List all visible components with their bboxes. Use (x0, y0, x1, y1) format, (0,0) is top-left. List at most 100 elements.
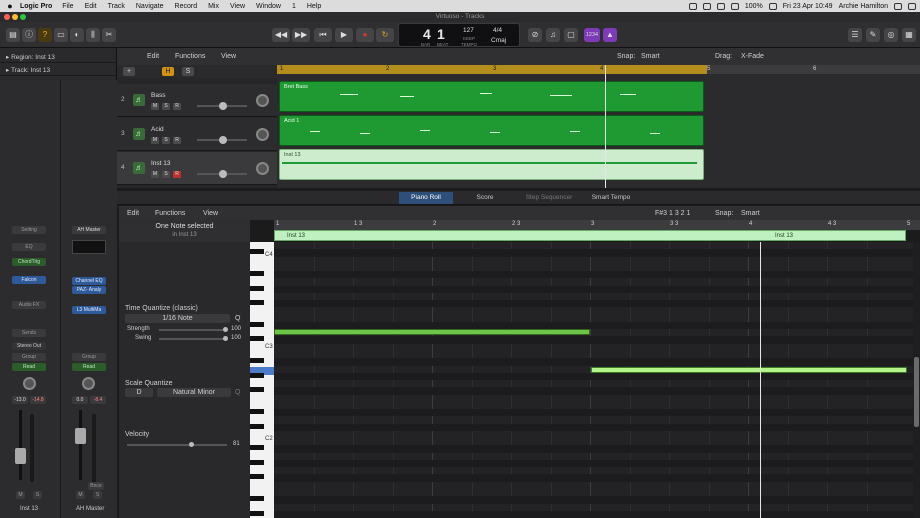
menu-help[interactable]: Help (307, 3, 321, 10)
midi-note-selected[interactable] (591, 367, 907, 373)
master-setting-slot[interactable]: AH Master (72, 226, 106, 234)
region-selected[interactable]: Inst 13 (279, 149, 704, 180)
inspector-button[interactable]: ⓘ (22, 28, 36, 42)
track-pan-knob[interactable] (256, 162, 269, 175)
count-in-button[interactable]: 1234 (584, 28, 600, 42)
hide-button[interactable]: H (162, 67, 174, 76)
track-row-selected[interactable]: 4 ♬ Inst 13 M S R (117, 152, 277, 185)
velocity-slider[interactable] (127, 442, 227, 447)
eq-thumbnail[interactable] (72, 240, 106, 254)
black-key[interactable] (250, 372, 264, 378)
pr-view-menu[interactable]: View (203, 210, 218, 217)
black-key[interactable] (250, 387, 264, 393)
chordtrig-slot[interactable]: ChordTrig (12, 258, 46, 266)
record-enable-button[interactable]: R (173, 137, 181, 144)
audio-fx-slot[interactable]: Audio FX (12, 301, 46, 309)
automation-read-2[interactable]: Read (72, 363, 106, 371)
play-button[interactable]: ▶ (335, 28, 353, 42)
black-key[interactable] (250, 271, 264, 277)
black-key[interactable] (250, 358, 264, 364)
record-enable-button[interactable]: R (173, 103, 181, 110)
tab-step-sequencer[interactable]: Step Sequencer (519, 192, 579, 204)
track-row[interactable]: 3 ♬ Acid M S R (117, 118, 277, 151)
falcon-slot[interactable]: Falcon (12, 276, 46, 284)
track-row[interactable]: 2 ♬ Bass M S R (117, 84, 277, 117)
pr-playhead[interactable] (760, 242, 761, 518)
record-enable-button[interactable]: R (173, 171, 181, 178)
user-name[interactable]: Archie Hamilton (839, 3, 888, 10)
solo-button-ch2[interactable]: S (93, 491, 102, 499)
region[interactable]: Acid 1 (279, 115, 704, 146)
black-key[interactable] (250, 249, 264, 255)
black-key[interactable] (250, 300, 264, 306)
black-key[interactable] (250, 510, 264, 516)
swing-slider[interactable] (159, 336, 228, 341)
apple-menu-icon[interactable]: ● (0, 1, 20, 11)
loop-browser-button[interactable]: ◎ (884, 28, 898, 42)
browser-button[interactable]: ▦ (902, 28, 916, 42)
track-volume-slider[interactable] (197, 170, 247, 178)
dropbox-icon[interactable] (688, 2, 697, 10)
menu-1[interactable]: 1 (292, 3, 296, 10)
metronome-icon[interactable]: ▲ (603, 28, 617, 42)
menu-record[interactable]: Record (175, 3, 198, 10)
track-name[interactable]: Bass (151, 92, 165, 99)
forward-button[interactable]: ▶▶ (292, 28, 310, 42)
pr-snap-select[interactable]: Smart (741, 210, 760, 217)
black-key[interactable] (250, 445, 264, 451)
snap-select[interactable]: Smart (641, 53, 660, 60)
menu-view[interactable]: View (230, 3, 245, 10)
menu-track[interactable]: Track (108, 3, 125, 10)
output-slot[interactable]: Stereo Out (12, 342, 46, 350)
list-editors-button[interactable]: ☰ (848, 28, 862, 42)
editors-button[interactable]: ✂ (102, 28, 116, 42)
black-key[interactable] (250, 336, 264, 342)
tab-score[interactable]: Score (463, 192, 507, 204)
drag-select[interactable]: X-Fade (741, 53, 764, 60)
search-icon[interactable] (894, 2, 902, 10)
mute-button[interactable]: M (151, 171, 159, 178)
menu-file[interactable]: File (62, 3, 73, 10)
zoom-button[interactable] (20, 14, 26, 20)
close-button[interactable] (4, 14, 10, 20)
paz-slot[interactable]: PAZ- Analy (72, 286, 106, 294)
automation-read[interactable]: Read (12, 363, 46, 371)
volume-fader-2[interactable] (75, 428, 86, 444)
rewind-button[interactable]: ◀◀ (272, 28, 290, 42)
clock[interactable]: Fri 23 Apr 10:49 (783, 3, 833, 10)
l3-slot[interactable]: L3 MultiMa (72, 306, 106, 314)
volume-icon[interactable] (716, 2, 725, 10)
menu-navigate[interactable]: Navigate (136, 3, 164, 10)
library-button[interactable]: ▤ (6, 28, 20, 42)
tuner-button[interactable]: ♫ (546, 28, 560, 42)
piano-roll-grid[interactable] (274, 242, 913, 518)
metronome-button[interactable]: ⊘ (528, 28, 542, 42)
sends-slot[interactable]: Sends (12, 329, 46, 337)
inspector-track[interactable]: ▸ Track: Inst 13 (0, 65, 117, 76)
channel-eq-slot[interactable]: Channel EQ (72, 277, 106, 285)
pan-knob[interactable] (23, 377, 36, 390)
playhead[interactable] (605, 65, 606, 188)
group-slot[interactable]: Group (12, 353, 46, 361)
solo-button-ch1[interactable]: S (33, 491, 42, 499)
tracks-edit-menu[interactable]: Edit (147, 53, 159, 60)
group-slot-2[interactable]: Group (72, 353, 106, 361)
strength-slider[interactable] (159, 327, 228, 332)
track-pan-knob[interactable] (256, 128, 269, 141)
cycle-button[interactable]: ↻ (376, 28, 394, 42)
smart-controls-button[interactable]: ◐ (70, 28, 84, 42)
menu-mix[interactable]: Mix (208, 3, 219, 10)
setting-slot[interactable]: Setting (12, 226, 46, 234)
inspector-region[interactable]: ▸ Region: Inst 13 (0, 52, 117, 63)
black-key[interactable] (250, 459, 264, 465)
mute-button[interactable]: M (151, 103, 159, 110)
piano-keyboard[interactable]: C4 C3 C2 (250, 242, 274, 518)
track-pan-knob[interactable] (256, 94, 269, 107)
menu-window[interactable]: Window (256, 3, 281, 10)
black-key[interactable] (250, 474, 264, 480)
black-key[interactable] (250, 321, 264, 327)
lcd-display[interactable]: 4 1 BAR BEAT 127 KEEP TEMPO 4/4 Cmaj (398, 23, 520, 47)
tracks-view-menu[interactable]: View (221, 53, 236, 60)
solo-mode-button[interactable]: ▢ (564, 28, 578, 42)
global-solo-button[interactable]: S (182, 67, 194, 76)
